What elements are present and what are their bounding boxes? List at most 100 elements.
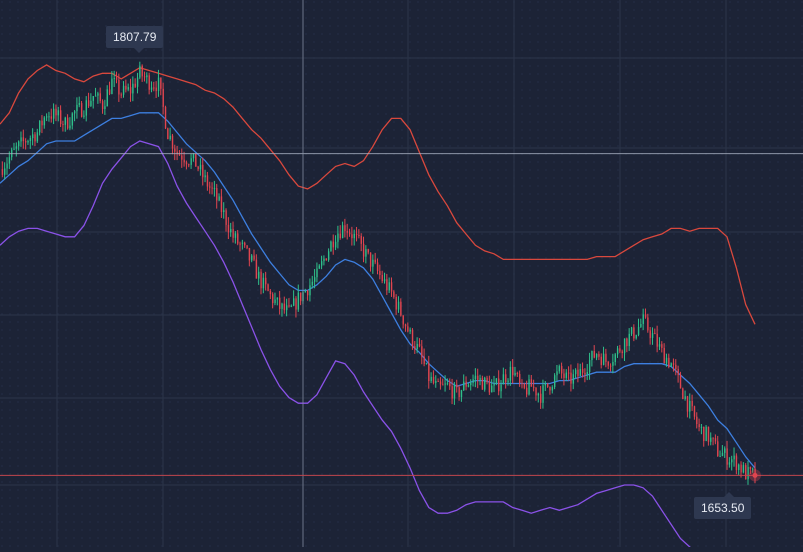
candle-body (253, 255, 255, 260)
candle-body (288, 305, 290, 307)
candle-body (183, 159, 185, 163)
candle-body (549, 386, 551, 391)
candle-body (665, 357, 668, 364)
candle-body (211, 187, 213, 189)
candle-body (227, 224, 230, 233)
candle-body (283, 303, 286, 311)
candle-body (295, 298, 297, 310)
candle-body (66, 117, 69, 129)
candle-up[interactable] (553, 373, 556, 390)
candle-down[interactable] (80, 100, 83, 118)
candle-body (62, 124, 64, 126)
candle-body (304, 290, 307, 293)
candle-body (353, 233, 355, 239)
candle-body (188, 164, 190, 166)
candle-body (213, 188, 216, 190)
candle-down[interactable] (195, 153, 197, 167)
candle-body (153, 87, 155, 89)
candle-body (251, 255, 253, 261)
candle-body (13, 148, 15, 150)
candle-body (619, 348, 621, 352)
candle-body (125, 85, 127, 90)
chart-canvas[interactable] (0, 0, 803, 552)
candle-body (472, 379, 474, 383)
candle-body (309, 285, 311, 296)
candle-body (8, 157, 11, 164)
candle-body (286, 305, 288, 311)
candle-down[interactable] (682, 387, 684, 400)
candle-body (663, 347, 665, 364)
candle-body (523, 383, 526, 388)
candle-body (115, 78, 118, 80)
bollinger-chart[interactable]: 1807.79 1653.50 (0, 0, 803, 552)
candle-down[interactable] (167, 127, 169, 140)
candle-body (232, 228, 234, 238)
candle-body (111, 78, 113, 94)
candle-body (581, 368, 584, 373)
candle-body (556, 371, 558, 376)
candle-body (234, 233, 237, 238)
candle-body (521, 382, 523, 384)
candle-body (514, 373, 516, 376)
candle-body (300, 292, 302, 302)
candle-body (244, 242, 246, 246)
candle-body (293, 298, 295, 306)
candle-body (318, 265, 321, 269)
candle-body (565, 372, 568, 378)
candle-body (693, 406, 696, 417)
candle-body (390, 282, 393, 292)
candle-body (27, 140, 29, 143)
candle-body (360, 235, 362, 244)
candle-up[interactable] (484, 376, 486, 392)
candle-body (346, 231, 349, 233)
candle-body (684, 396, 686, 399)
candle-body (540, 393, 542, 403)
candle-body (113, 78, 115, 80)
high-price-label: 1807.79 (106, 26, 164, 53)
candle-body (484, 377, 486, 390)
candle-body (369, 252, 372, 267)
candle-body (351, 234, 353, 239)
candle-down[interactable] (267, 283, 269, 292)
candle-body (668, 357, 670, 367)
candle-body (418, 343, 421, 347)
candle-body (437, 381, 439, 383)
candle-body (39, 120, 41, 133)
candle-body (41, 120, 43, 126)
candle-body (241, 242, 244, 244)
candle-body (544, 383, 547, 386)
candle-down[interactable] (164, 105, 167, 130)
candle-body (209, 186, 211, 188)
candle-body (672, 363, 675, 365)
candle-body (742, 465, 745, 473)
candle-body (192, 153, 195, 159)
candle-body (104, 106, 106, 110)
candle-body (92, 96, 95, 101)
candle-body (15, 146, 18, 149)
candle-body (204, 175, 206, 178)
candle-body (465, 381, 467, 387)
candle-body (609, 365, 612, 367)
candle-body (726, 448, 728, 465)
candle-body (337, 233, 339, 242)
candle-body (679, 374, 682, 389)
candle-body (495, 378, 498, 384)
candle-body (530, 379, 533, 387)
candle-body (143, 76, 146, 78)
low-price-label: 1653.50 (694, 492, 752, 519)
candle-body (710, 437, 712, 442)
candle-body (43, 117, 46, 126)
candle-up[interactable] (330, 240, 332, 252)
candle-up[interactable] (705, 425, 707, 442)
candle-body (379, 271, 381, 275)
candle-down[interactable] (745, 463, 747, 480)
candle-body (647, 317, 649, 331)
candle-body (132, 83, 134, 94)
candle-body (122, 85, 125, 95)
candle-body (717, 441, 719, 457)
candle-body (269, 290, 272, 295)
candle-body (505, 374, 507, 383)
candle-body (162, 88, 164, 107)
candle-body (533, 386, 535, 388)
last-price-dot[interactable] (752, 472, 758, 478)
